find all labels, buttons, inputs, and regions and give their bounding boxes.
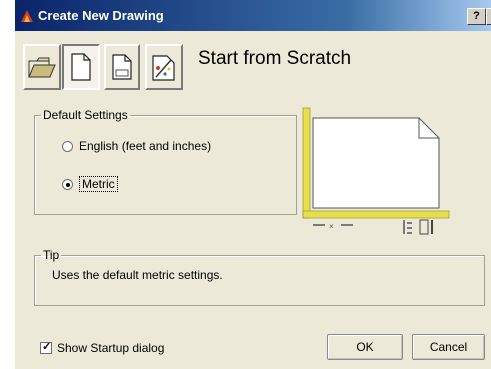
help-button[interactable]: ?: [467, 8, 486, 25]
title-bar[interactable]: Create New Drawing ? X: [15, 0, 491, 31]
tip-text: Uses the default metric settings.: [52, 268, 223, 282]
show-startup-checkbox[interactable]: Show Startup dialog: [40, 340, 165, 355]
autocad-app-icon: [21, 10, 33, 22]
show-startup-checkbox-indicator[interactable]: [40, 340, 52, 354]
create-new-drawing-dialog: Create New Drawing ? X Start f: [15, 0, 491, 369]
open-drawing-button[interactable]: [23, 44, 61, 90]
use-template-icon: [112, 54, 132, 80]
page-heading: Start from Scratch: [198, 48, 352, 69]
preview-dimension-label: ×: [329, 222, 334, 231]
close-button[interactable]: X: [486, 8, 491, 25]
ok-button[interactable]: OK: [327, 334, 403, 360]
start-from-scratch-button[interactable]: [62, 44, 100, 90]
show-startup-label: Show Startup dialog: [57, 341, 165, 355]
cancel-button[interactable]: Cancel: [412, 334, 485, 360]
english-radio-label: English (feet and inches): [79, 139, 212, 153]
english-radio[interactable]: English (feet and inches): [62, 139, 211, 153]
start-from-scratch-icon: [71, 53, 91, 81]
metric-radio-indicator[interactable]: [62, 178, 73, 190]
drawing-preview: ×: [302, 107, 450, 235]
use-wizard-button[interactable]: [145, 44, 183, 90]
window-title: Create New Drawing: [38, 8, 164, 23]
use-template-button[interactable]: [104, 44, 140, 90]
tip-legend: Tip: [43, 248, 60, 262]
english-radio-indicator[interactable]: [62, 140, 73, 152]
use-wizard-icon: [152, 55, 175, 81]
open-drawing-icon: [28, 57, 56, 78]
metric-radio[interactable]: Metric: [62, 176, 118, 192]
default-settings-group: Default Settings: [34, 108, 297, 215]
default-settings-legend: Default Settings: [43, 108, 128, 122]
metric-radio-label: Metric: [79, 176, 118, 192]
